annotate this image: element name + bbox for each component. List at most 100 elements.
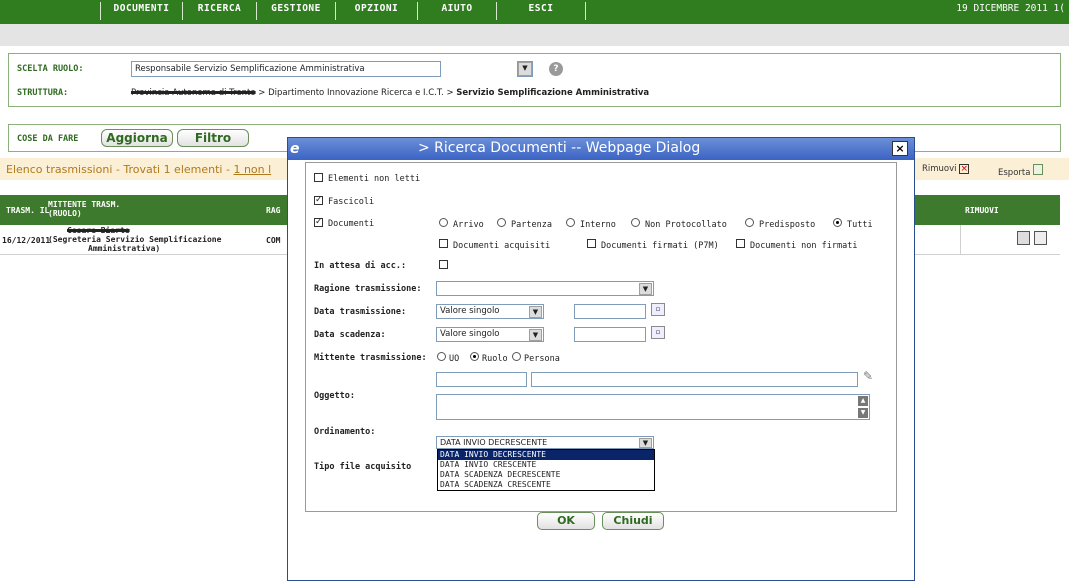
menu-opzioni[interactable]: OPZIONI	[336, 0, 417, 24]
ordinamento-value: DATA INVIO DECRESCENTE	[440, 438, 548, 447]
menu-gestione[interactable]: GESTIONE	[257, 0, 335, 24]
document-icon[interactable]	[1034, 231, 1047, 245]
oggetto-textarea[interactable]: ▲ ▼	[436, 394, 870, 420]
role-select[interactable]: Responsabile Servizio Semplificazione Am…	[131, 61, 441, 77]
documenti-checkbox[interactable]: ✓	[314, 218, 323, 227]
aggiorna-button[interactable]: Aggiorna	[101, 129, 173, 147]
data-scadenza-input[interactable]	[574, 327, 646, 342]
chiudi-button[interactable]: Chiudi	[602, 512, 664, 530]
remove-icon: ×	[959, 164, 970, 174]
row-ragione: COM	[266, 236, 281, 245]
mittente-code-input[interactable]	[436, 372, 527, 387]
radio-interno[interactable]	[566, 218, 575, 227]
tipo-file-label: Tipo file acquisito	[314, 462, 412, 472]
radio-non-protocollato[interactable]	[631, 218, 640, 227]
toolbar-strip	[0, 24, 1069, 46]
in-attesa-label: In attesa di acc.:	[314, 261, 407, 271]
radio-partenza[interactable]	[497, 218, 506, 227]
doc-firmati-checkbox[interactable]	[587, 239, 596, 248]
close-button[interactable]: ×	[892, 141, 908, 156]
radio-persona[interactable]	[512, 352, 521, 361]
ordinamento-select[interactable]: DATA INVIO DECRESCENTE ▼	[436, 436, 654, 449]
option-data-scadenza-crescente[interactable]: DATA SCADENZA CRESCENTE	[438, 480, 654, 490]
row-redacted-name: Cesare Biarte	[67, 226, 130, 235]
doc-firmati-label: Documenti firmati (P7M)	[601, 241, 719, 251]
radio-arrivo[interactable]	[439, 218, 448, 227]
col-ragione: RAG	[266, 206, 281, 215]
doc-acquisiti-checkbox[interactable]	[439, 239, 448, 248]
col-rimuovi: RIMUOVI	[965, 206, 999, 215]
data-scadenza-value: Valore singolo	[440, 329, 500, 339]
mittente-label: Mittente trasmissione:	[314, 353, 427, 363]
oggetto-label: Oggetto:	[314, 391, 355, 401]
menu-ricerca[interactable]: RICERCA	[183, 0, 256, 24]
role-panel: SCELTA RUOLO: Responsabile Servizio Semp…	[8, 53, 1061, 107]
mittente-name-input[interactable]	[531, 372, 858, 387]
data-trasmissione-input[interactable]	[574, 304, 646, 319]
role-dropdown-button[interactable]: ▼	[517, 61, 533, 77]
data-trasmissione-value: Valore singolo	[440, 306, 500, 316]
row-mittente: (Segreteria Servizio Semplificazione	[48, 235, 222, 244]
dialog-titlebar[interactable]: e > Ricerca Documenti -- Webpage Dialog …	[288, 138, 914, 160]
todo-label: COSE DA FARE	[17, 134, 79, 144]
structure-redacted: Provincia Autonoma di Trento	[131, 88, 256, 98]
unread-link[interactable]: 1 non l	[233, 163, 271, 176]
predisposto-label: Predisposto	[759, 220, 816, 230]
data-scadenza-select[interactable]: Valore singolo ▼	[436, 327, 544, 342]
tutti-label: Tutti	[847, 220, 873, 230]
non-protocollato-label: Non Protocollato	[645, 220, 727, 230]
filtro-button[interactable]: Filtro	[177, 129, 249, 147]
arrivo-label: Arrivo	[453, 220, 484, 230]
data-scadenza-label: Data scadenza:	[314, 330, 386, 340]
export-icon	[1033, 164, 1044, 175]
menu-separator	[585, 2, 586, 20]
menu-documenti[interactable]: DOCUMENTI	[101, 0, 182, 24]
chevron-down-icon: ▼	[639, 438, 652, 448]
search-dialog: e > Ricerca Documenti -- Webpage Dialog …	[287, 137, 915, 581]
help-icon[interactable]: ?	[549, 62, 563, 76]
row-mittente-2: Amministrativa)	[88, 244, 161, 253]
ok-button[interactable]: OK	[537, 512, 595, 530]
option-data-scadenza-decrescente[interactable]: DATA SCADENZA DECRESCENTE	[438, 470, 654, 480]
browser-icon: e	[290, 141, 300, 157]
radio-uo[interactable]	[437, 352, 446, 361]
option-data-invio-decrescente[interactable]: DATA INVIO DECRESCENTE	[438, 450, 654, 460]
documenti-label: Documenti	[328, 219, 375, 229]
scroll-down-icon[interactable]: ▼	[858, 408, 868, 418]
ordinamento-options[interactable]: DATA INVIO DECRESCENTE DATA INVIO CRESCE…	[437, 449, 655, 491]
in-attesa-checkbox[interactable]	[439, 260, 448, 269]
address-book-icon[interactable]: ✎	[863, 369, 873, 383]
calendar-icon[interactable]: ▫	[651, 303, 665, 316]
role-select-value: Responsabile Servizio Semplificazione Am…	[135, 64, 365, 74]
scroll-up-icon[interactable]: ▲	[858, 396, 868, 406]
top-menu-bar: DOCUMENTI RICERCA GESTIONE OPZIONI AIUTO…	[0, 0, 1069, 24]
uo-label: UO	[449, 354, 460, 364]
data-trasmissione-select[interactable]: Valore singolo ▼	[436, 304, 544, 319]
list-summary: Elenco trasmissioni - Trovati 1 elementi…	[6, 163, 271, 176]
option-data-invio-crescente[interactable]: DATA INVIO CRESCENTE	[438, 460, 654, 470]
structure-path: Provincia Autonoma di Trento > Dipartime…	[131, 88, 649, 98]
radio-tutti[interactable]	[833, 218, 842, 227]
structure-label: STRUTTURA:	[17, 88, 69, 98]
esporta-label: Esporta	[998, 168, 1031, 178]
structure-path-middle: > Dipartimento Innovazione Ricerca e I.C…	[255, 88, 457, 98]
elementi-non-letti-checkbox[interactable]	[314, 173, 323, 182]
rimuovi-link[interactable]: Rimuovi ×	[922, 164, 970, 174]
data-trasmissione-label: Data trasmissione:	[314, 307, 407, 317]
esporta-link[interactable]: Esporta	[998, 164, 1044, 178]
radio-ruolo[interactable]	[470, 352, 479, 361]
calendar-icon[interactable]: ▫	[651, 326, 665, 339]
role-label: SCELTA RUOLO:	[17, 64, 84, 74]
partenza-label: Partenza	[511, 220, 552, 230]
ragione-select[interactable]: ▼	[436, 281, 654, 296]
detail-icon[interactable]	[1017, 231, 1030, 245]
ragione-label: Ragione trasmissione:	[314, 284, 422, 294]
chevron-down-icon: ▼	[518, 62, 532, 76]
doc-non-firmati-checkbox[interactable]	[736, 239, 745, 248]
doc-non-firmati-label: Documenti non firmati	[750, 241, 858, 251]
menu-esci[interactable]: ESCI	[497, 0, 585, 24]
dialog-title: > Ricerca Documenti -- Webpage Dialog	[418, 140, 701, 156]
fascicoli-checkbox[interactable]: ✓	[314, 196, 323, 205]
radio-predisposto[interactable]	[745, 218, 754, 227]
menu-aiuto[interactable]: AIUTO	[418, 0, 496, 24]
